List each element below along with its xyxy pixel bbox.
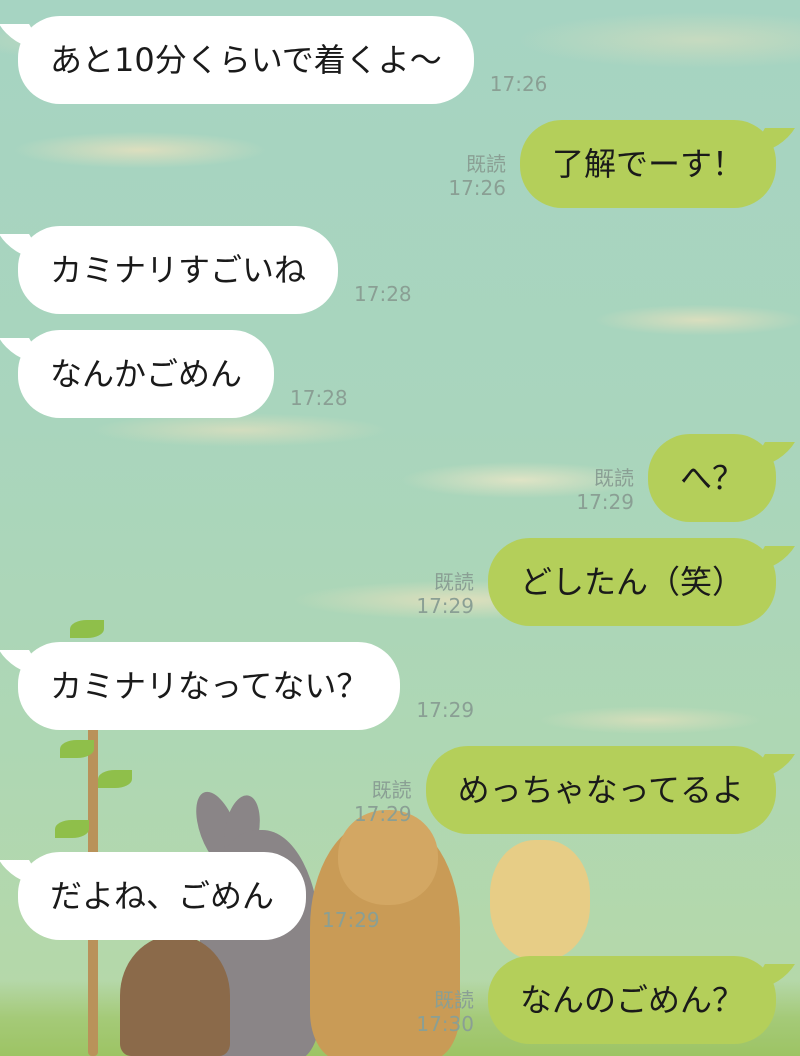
message-meta: 既読 17:26 (448, 152, 506, 208)
message-row: 既読 17:30 なんのごめん？ (0, 956, 800, 1044)
message-time: 17:29 (416, 698, 475, 722)
message-time: 17:26 (448, 176, 506, 200)
message-row: あと10分くらいで着くよ〜 17:26 (0, 16, 800, 104)
message-row: カミナリすごいね 17:28 (0, 226, 800, 314)
message-meta: 既読 17:29 (354, 778, 412, 834)
incoming-message-bubble[interactable]: あと10分くらいで着くよ〜 (18, 16, 474, 104)
message-text: カミナリすごいね (50, 251, 307, 289)
read-receipt: 既読 (433, 988, 474, 1012)
message-row: なんかごめん 17:28 (0, 330, 800, 418)
message-time: 17:29 (416, 594, 474, 618)
outgoing-message-bubble[interactable]: へ？ (647, 434, 776, 522)
message-meta: 既読 17:29 (416, 570, 474, 626)
read-receipt: 既読 (371, 778, 412, 802)
incoming-message-bubble[interactable]: だよね、ごめん (18, 852, 307, 940)
message-row: 既読 17:29 めっちゃなってるよ (0, 746, 800, 834)
message-meta: 17:29 (416, 698, 474, 730)
message-text: なんのごめん？ (519, 981, 744, 1019)
message-meta: 17:28 (290, 386, 348, 418)
message-time: 17:30 (416, 1012, 474, 1036)
incoming-message-bubble[interactable]: なんかごめん (18, 330, 275, 418)
read-receipt: 既読 (593, 466, 634, 490)
incoming-message-bubble[interactable]: カミナリすごいね (18, 226, 339, 314)
message-row: カミナリなってない？ 17:29 (0, 642, 800, 730)
message-time: 17:28 (354, 282, 412, 306)
outgoing-message-bubble[interactable]: めっちゃなってるよ (425, 746, 776, 834)
message-meta: 既読 17:30 (416, 988, 474, 1044)
message-text: だよね、ごめん (50, 877, 275, 915)
message-text: 了解でーす！ (551, 145, 744, 183)
message-row: 既読 17:29 どしたん（笑） (0, 538, 800, 626)
message-text: めっちゃなってるよ (457, 771, 744, 809)
message-time: 17:29 (576, 490, 634, 514)
message-time: 17:26 (489, 72, 548, 96)
read-receipt: 既読 (433, 570, 474, 594)
incoming-message-bubble[interactable]: カミナリなってない？ (18, 642, 401, 730)
message-text: どしたん（笑） (519, 563, 744, 601)
message-text: なんかごめん (50, 355, 243, 393)
outgoing-message-bubble[interactable]: 了解でーす！ (519, 120, 776, 208)
message-text: カミナリなってない？ (50, 667, 369, 705)
read-receipt: 既読 (465, 152, 506, 176)
message-meta: 17:26 (490, 72, 548, 104)
message-row: 既読 17:26 了解でーす！ (0, 120, 800, 208)
message-meta: 17:29 (322, 908, 380, 940)
outgoing-message-bubble[interactable]: どしたん（笑） (487, 538, 776, 626)
message-row: 既読 17:29 へ？ (0, 434, 800, 522)
message-time: 17:29 (353, 802, 412, 826)
message-meta: 17:28 (354, 282, 412, 314)
message-row: だよね、ごめん 17:29 (0, 852, 800, 940)
message-meta: 既読 17:29 (576, 466, 634, 522)
message-text: へ？ (679, 459, 744, 497)
message-time: 17:28 (290, 386, 348, 410)
message-time: 17:29 (322, 908, 380, 932)
message-list[interactable]: あと10分くらいで着くよ〜 17:26 既読 17:26 了解でーす！ カミナリ… (0, 0, 800, 1056)
outgoing-message-bubble[interactable]: なんのごめん？ (487, 956, 776, 1044)
message-text: あと10分くらいで着くよ〜 (50, 41, 442, 79)
